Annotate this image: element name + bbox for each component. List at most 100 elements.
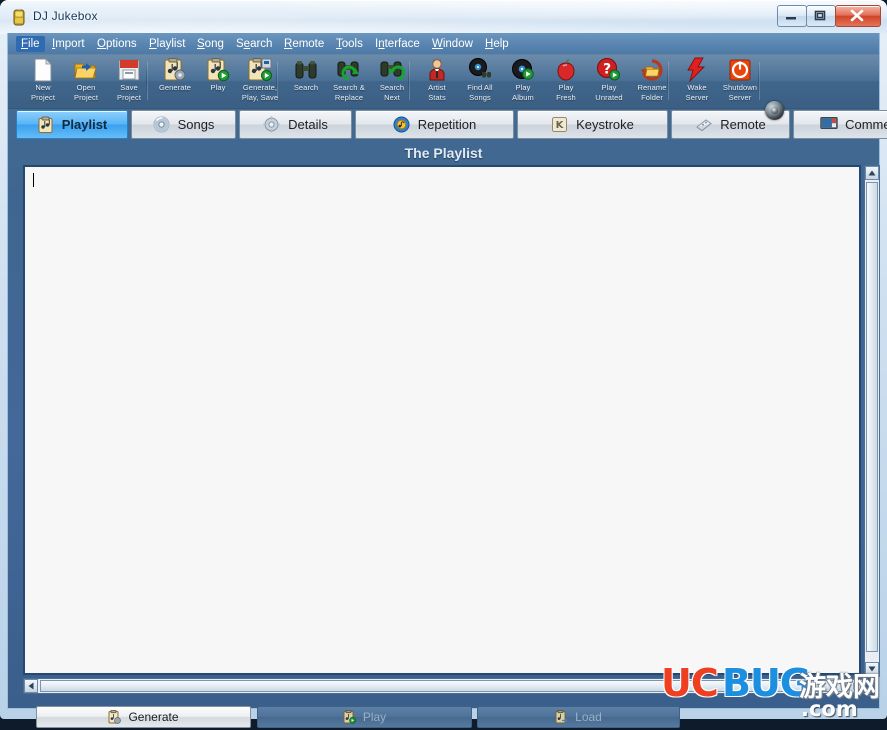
- menu-item-playlist[interactable]: Playlist: [144, 36, 190, 52]
- menu-item-import[interactable]: Import: [47, 36, 90, 52]
- tab-details[interactable]: Details: [239, 110, 352, 139]
- toolbar-button-label-2: Project: [30, 92, 56, 102]
- tab-label: Keystroke: [576, 117, 634, 132]
- button-generate[interactable]: Generate: [36, 706, 251, 728]
- toolbar-button-label: Open: [76, 83, 96, 92]
- toolbar-button-artist-stats[interactable]: Artist Stats: [414, 56, 460, 106]
- tab-label: Commercials: [845, 117, 887, 132]
- tab-playlist[interactable]: Playlist: [16, 110, 128, 139]
- toolbar-button-wake-server[interactable]: Wake Server: [674, 56, 720, 106]
- tab-songs[interactable]: Songs: [131, 110, 236, 139]
- scroll-up-arrow-icon[interactable]: [865, 166, 879, 180]
- rename-folder-icon: [629, 57, 675, 83]
- toolbar-button-play-fresh[interactable]: Play Fresh: [543, 56, 589, 106]
- binoculars-replace-icon: [326, 57, 372, 83]
- horizontal-scroll-thumb[interactable]: [40, 680, 846, 692]
- button-load[interactable]: Load: [477, 706, 680, 728]
- playlist-text-input[interactable]: [23, 165, 861, 675]
- toolbar-button-rename-folder[interactable]: Rename Folder: [629, 56, 675, 106]
- menu-item-remote[interactable]: Remote: [279, 36, 329, 52]
- toolbar-button-shutdown-server[interactable]: Shutdown Server: [717, 56, 763, 106]
- toolbar-button-label: New: [35, 83, 51, 92]
- menu-item-tools[interactable]: Tools: [331, 36, 368, 52]
- clipboard-gear-icon: [152, 57, 198, 83]
- tab-repetition[interactable]: Repetition: [355, 110, 514, 139]
- toolbar-button-generate[interactable]: Generate: [152, 56, 198, 106]
- menu-item-song[interactable]: Song: [192, 36, 229, 52]
- toolbar-button-search-replace[interactable]: Search & Replace: [326, 56, 372, 106]
- scroll-right-arrow-icon[interactable]: [849, 679, 863, 693]
- toolbar-button-label: Play: [515, 83, 531, 92]
- toolbar-button-label: Shutdown: [722, 83, 758, 92]
- artist-person-icon: [414, 57, 460, 83]
- toolbar-button-generate-play-save[interactable]: Generate, Play, Save: [237, 56, 283, 106]
- application-window: DJ Jukebox File Import Options Playlist Song…: [0, 0, 887, 728]
- toolbar-button-play[interactable]: Play: [195, 56, 241, 106]
- menu-item-help[interactable]: Help: [480, 36, 514, 52]
- menu-item-search[interactable]: Search: [231, 36, 277, 52]
- toolbar-button-save-project[interactable]: Save Project: [106, 56, 152, 106]
- tab-keystroke[interactable]: K Keystroke: [517, 110, 668, 139]
- play-icon: [343, 709, 357, 724]
- toolbar-button-find-all-songs[interactable]: Find All Songs: [457, 56, 503, 106]
- menu-item-label: Import: [52, 38, 85, 50]
- menu-item-label: Remote: [284, 38, 325, 50]
- toolbar-button-label: Play: [210, 83, 226, 92]
- app-body: File Import Options Playlist Song Search Remot…: [7, 33, 887, 728]
- binoculars-icon: [283, 57, 329, 83]
- toolbar-button-label-2: Songs: [469, 92, 491, 102]
- toolbar-button-label: Save: [120, 83, 138, 92]
- menu-item-label: Interface: [375, 38, 420, 50]
- open-folder-icon: [63, 57, 109, 83]
- save-disk-icon: [106, 57, 152, 83]
- toolbar-button-label-2: Project: [116, 92, 142, 102]
- menu-item-interface[interactable]: Interface: [370, 36, 425, 52]
- menu-item-window[interactable]: Window: [427, 36, 478, 52]
- toolbar-button-play-album[interactable]: Play Album: [500, 56, 546, 106]
- toolbar-button-search[interactable]: Search: [283, 56, 329, 106]
- menu-item-label: Help: [485, 38, 509, 50]
- scroll-left-arrow-icon[interactable]: [24, 679, 38, 693]
- toolbar-button-label-2: Album: [512, 92, 534, 102]
- toolbar-button-label: Play: [558, 83, 574, 92]
- menu-item-label: Window: [432, 38, 473, 50]
- close-button[interactable]: [835, 5, 881, 27]
- toolbar-button-label: Search: [293, 83, 319, 92]
- key-k-icon: K: [551, 116, 569, 134]
- cd-disc-icon: [152, 115, 171, 134]
- play-album-icon: [500, 57, 546, 83]
- toolbar-button-new-project[interactable]: New Project: [20, 56, 66, 106]
- title-bar[interactable]: DJ Jukebox: [0, 0, 887, 34]
- menu-item-label: Playlist: [149, 38, 186, 50]
- toolbar-button-label: Wake: [687, 83, 707, 92]
- tab-label: Playlist: [61, 117, 108, 132]
- tab-commercials[interactable]: Commercials: [793, 110, 887, 139]
- clipboard-play-icon: [195, 57, 241, 83]
- toolbar-button-play-unrated[interactable]: ? Play Unrated: [586, 56, 632, 106]
- menu-item-label: Search: [236, 38, 273, 50]
- toolbar-button-label-2: Play, Save: [241, 92, 279, 102]
- playlist-clipboard-icon: [37, 116, 55, 134]
- minimize-button[interactable]: [777, 5, 807, 27]
- vertical-scroll-thumb[interactable]: [866, 182, 878, 652]
- toolbar-button-search-next[interactable]: Search Next: [369, 56, 415, 106]
- toolbar-button-label-2: Replace: [334, 92, 364, 102]
- remote-control-icon: [695, 116, 713, 134]
- volume-knob-icon[interactable]: [765, 101, 784, 120]
- tab-strip: Playlist Songs Details Repetition K Keystroke…: [8, 108, 887, 140]
- toolbar-button-label-2: Project: [73, 92, 99, 102]
- clipboard-generate-play-save-icon: [237, 57, 283, 83]
- vertical-scrollbar[interactable]: [864, 165, 880, 677]
- horizontal-scrollbar[interactable]: [23, 678, 864, 694]
- scroll-down-arrow-icon[interactable]: [865, 662, 879, 676]
- toolbar-button-open-project[interactable]: Open Project: [63, 56, 109, 106]
- menu-item-label: Tools: [336, 38, 363, 50]
- toolbar-button-label: Find All: [467, 83, 493, 92]
- button-play[interactable]: Play: [257, 706, 472, 728]
- window-title: DJ Jukebox: [33, 9, 98, 23]
- menu-item-file[interactable]: File: [16, 36, 45, 52]
- maximize-button[interactable]: [806, 5, 836, 27]
- toolbar: New Project Open Project Save Project Generate…: [8, 54, 879, 109]
- menu-item-options[interactable]: Options: [92, 36, 142, 52]
- repeat-circle-icon: [393, 116, 411, 134]
